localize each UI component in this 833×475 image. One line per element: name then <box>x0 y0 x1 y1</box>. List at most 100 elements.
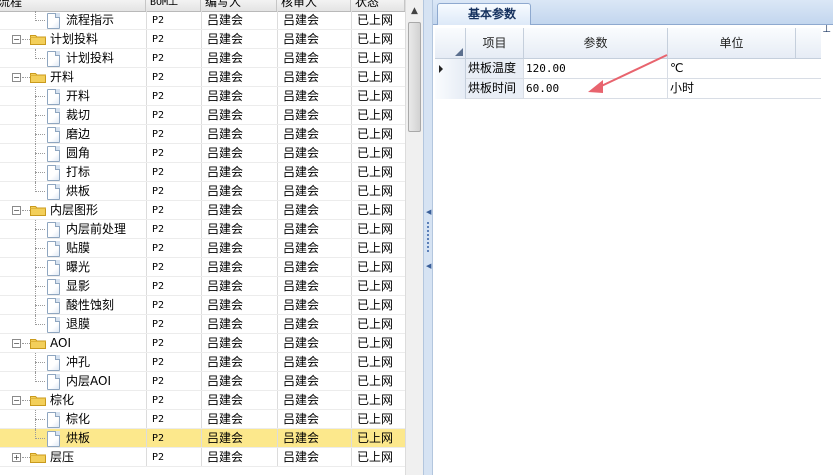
tree-node-label[interactable]: 内层图形 <box>50 201 98 220</box>
tree-node-label[interactable]: 层压 <box>50 448 74 467</box>
tree-node-label[interactable]: 退膜 <box>66 315 90 334</box>
column-header-param[interactable]: 参数 <box>524 28 668 59</box>
collapse-toggle-icon[interactable]: − <box>12 339 21 348</box>
document-icon <box>47 412 60 428</box>
row-header[interactable] <box>435 59 466 79</box>
tree-step-row[interactable]: 打标 P2 吕建会 吕建会 已上网 <box>0 163 405 182</box>
column-header-bom[interactable]: BOM工 <box>146 0 201 11</box>
column-header-process[interactable]: 流程 <box>0 0 146 11</box>
editor-cell: 吕建会 <box>207 146 244 160</box>
tree-step-row[interactable]: 冲孔 P2 吕建会 吕建会 已上网 <box>0 353 405 372</box>
param-item-name: 烘板时间 <box>466 79 524 98</box>
expand-toggle-icon[interactable]: + <box>12 453 21 462</box>
tree-step-row[interactable]: 贴膜 P2 吕建会 吕建会 已上网 <box>0 239 405 258</box>
tree-node-label[interactable]: 开料 <box>50 68 74 87</box>
tree-step-row[interactable]: 内层前处理 P2 吕建会 吕建会 已上网 <box>0 220 405 239</box>
tree-step-row[interactable]: 棕化 P2 吕建会 吕建会 已上网 <box>0 410 405 429</box>
collapse-toggle-icon[interactable]: − <box>12 396 21 405</box>
row-header[interactable] <box>435 79 466 99</box>
column-header-item[interactable]: 项目 <box>466 28 524 59</box>
tree-node-label[interactable]: 计划投料 <box>66 49 114 68</box>
tree-node-label[interactable]: 棕化 <box>66 410 90 429</box>
param-unit[interactable]: 小时 <box>668 79 821 98</box>
tree-step-row[interactable]: 烘板 P2 吕建会 吕建会 已上网 <box>0 182 405 201</box>
tree-connector <box>35 286 45 287</box>
collapse-toggle-icon[interactable]: − <box>12 206 21 215</box>
tree-node-label[interactable]: 圆角 <box>66 144 90 163</box>
process-tree-grid[interactable]: 流程 BOM工 编写人 核审人 状态 流程指示 P2 吕建会 吕建会 已上网 − 计划投料 P… <box>0 0 423 475</box>
tree-node-label[interactable]: 打标 <box>66 163 90 182</box>
tree-step-row[interactable]: 圆角 P2 吕建会 吕建会 已上网 <box>0 144 405 163</box>
param-row[interactable]: 烘板温度 120.00 ℃ <box>435 59 821 79</box>
tree-node-label[interactable]: 烘板 <box>66 429 90 448</box>
column-divider <box>277 334 278 352</box>
tree-step-row[interactable]: 计划投料 P2 吕建会 吕建会 已上网 <box>0 49 405 68</box>
tree-node-label[interactable]: 贴膜 <box>66 239 90 258</box>
editor-cell: 吕建会 <box>207 127 244 141</box>
tree-node-label[interactable]: 裁切 <box>66 106 90 125</box>
tree-step-row[interactable]: 退膜 P2 吕建会 吕建会 已上网 <box>0 315 405 334</box>
tree-node-label[interactable]: 曝光 <box>66 258 90 277</box>
tab-basic-parameters[interactable]: 基本参数 <box>437 3 531 25</box>
tree-group-row[interactable]: − 计划投料 P2 吕建会 吕建会 已上网 <box>0 30 405 49</box>
panel-splitter[interactable]: ◀ ◀ <box>423 0 433 475</box>
tree-group-row[interactable]: − 开料 P2 吕建会 吕建会 已上网 <box>0 68 405 87</box>
tree-step-row[interactable]: 裁切 P2 吕建会 吕建会 已上网 <box>0 106 405 125</box>
pin-icon[interactable]: ⊥ <box>822 24 831 35</box>
column-divider <box>201 334 202 352</box>
param-value-input[interactable]: 60.00 <box>524 79 668 98</box>
tree-connector <box>35 381 45 382</box>
tree-step-row[interactable]: 烘板 P2 吕建会 吕建会 已上网 <box>0 429 405 448</box>
column-header-unit[interactable]: 单位 <box>668 28 796 59</box>
tree-node-label[interactable]: 酸性蚀刻 <box>66 296 114 315</box>
tree-connector <box>35 134 45 135</box>
scroll-thumb[interactable] <box>408 22 421 132</box>
scroll-up-arrow-icon[interactable]: ▲ <box>406 4 423 18</box>
tree-step-row[interactable]: 开料 P2 吕建会 吕建会 已上网 <box>0 87 405 106</box>
tree-node-label[interactable]: 棕化 <box>50 391 74 410</box>
tree-group-row[interactable]: + 层压 P2 吕建会 吕建会 已上网 <box>0 448 405 467</box>
tree-node-label[interactable]: 烘板 <box>66 182 90 201</box>
tree-step-row[interactable]: 流程指示 P2 吕建会 吕建会 已上网 <box>0 11 405 30</box>
tree-node-label[interactable]: 磨边 <box>66 125 90 144</box>
bom-cell: P2 <box>152 243 165 254</box>
column-divider <box>277 220 278 238</box>
bom-cell: P2 <box>152 338 165 349</box>
column-divider <box>146 87 147 105</box>
editor-cell: 吕建会 <box>207 374 244 388</box>
tree-node-label[interactable]: 流程指示 <box>66 11 114 30</box>
tree-group-row[interactable]: − AOI P2 吕建会 吕建会 已上网 <box>0 334 405 353</box>
column-divider <box>351 68 352 86</box>
collapse-toggle-icon[interactable]: − <box>12 73 21 82</box>
tree-step-row[interactable]: 显影 P2 吕建会 吕建会 已上网 <box>0 277 405 296</box>
collapse-left-arrow-icon[interactable]: ◀ <box>426 208 431 216</box>
tree-node-label[interactable]: 内层AOI <box>66 372 111 391</box>
tree-node-label[interactable]: 内层前处理 <box>66 220 126 239</box>
column-header-status[interactable]: 状态 <box>351 0 405 11</box>
tree-step-row[interactable]: 内层AOI P2 吕建会 吕建会 已上网 <box>0 372 405 391</box>
column-header-reviewer[interactable]: 核审人 <box>277 0 351 11</box>
tree-node-label[interactable]: 计划投料 <box>50 30 98 49</box>
collapse-left-arrow-icon-2[interactable]: ◀ <box>426 262 431 270</box>
tree-step-row[interactable]: 曝光 P2 吕建会 吕建会 已上网 <box>0 258 405 277</box>
column-divider <box>351 277 352 295</box>
bom-cell: P2 <box>152 395 165 406</box>
tree-node-label[interactable]: 显影 <box>66 277 90 296</box>
reviewer-cell: 吕建会 <box>283 70 320 84</box>
tree-group-row[interactable]: − 棕化 P2 吕建会 吕建会 已上网 <box>0 391 405 410</box>
param-row[interactable]: 烘板时间 60.00 小时 <box>435 79 821 99</box>
column-divider <box>277 448 278 466</box>
tree-grid-vertical-scrollbar[interactable]: ▲ <box>405 0 423 475</box>
tree-node-label[interactable]: AOI <box>50 334 71 353</box>
param-unit[interactable]: ℃ <box>668 59 821 78</box>
tree-step-row[interactable]: 酸性蚀刻 P2 吕建会 吕建会 已上网 <box>0 296 405 315</box>
tree-node-label[interactable]: 冲孔 <box>66 353 90 372</box>
column-header-editor[interactable]: 编写人 <box>201 0 277 11</box>
param-value-input[interactable]: 120.00 <box>524 59 668 78</box>
tree-node-label[interactable]: 开料 <box>66 87 90 106</box>
tree-step-row[interactable]: 磨边 P2 吕建会 吕建会 已上网 <box>0 125 405 144</box>
tree-group-row[interactable]: − 内层图形 P2 吕建会 吕建会 已上网 <box>0 201 405 220</box>
tree-connector <box>35 438 45 439</box>
collapse-toggle-icon[interactable]: − <box>12 35 21 44</box>
column-divider <box>201 220 202 238</box>
